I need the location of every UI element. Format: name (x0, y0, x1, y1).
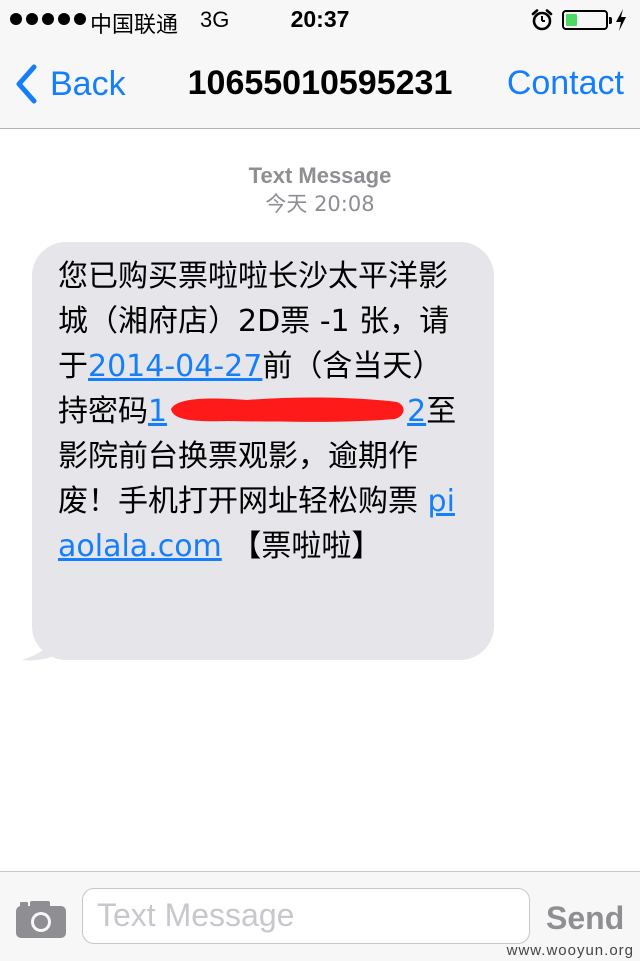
message-bubble: 您已购买票啦啦长沙太平洋影城（湘府店）2D票 -1 张，请于2014-04-27… (32, 242, 494, 660)
date-link[interactable]: 2014-04-27 (88, 349, 262, 384)
thread-header: Text Message 今天 20:08 (0, 162, 640, 218)
battery-icon (562, 10, 612, 30)
camera-icon[interactable] (14, 898, 68, 940)
message-input[interactable]: Text Message (82, 888, 530, 944)
code-link[interactable]: 12 (148, 394, 426, 429)
alarm-clock-icon (531, 9, 553, 31)
watermark: www.wooyun.org (506, 942, 634, 959)
chevron-left-icon (16, 64, 37, 104)
navigation-bar: Back 10655010595231 Contact (0, 40, 640, 129)
message-text-part: 【票啦啦】 (221, 529, 382, 564)
contact-button[interactable]: Contact (507, 64, 624, 103)
compose-bar: Text Message Send www.wooyun.org (0, 871, 640, 961)
redaction-mark (171, 397, 404, 422)
battery-fill (566, 14, 577, 26)
back-label: Back (50, 64, 126, 103)
status-bar: 中国联通 3G 20:37 (0, 0, 640, 40)
back-button[interactable]: Back (14, 62, 126, 106)
message-type-label: Text Message (248, 163, 392, 188)
code-start: 1 (148, 394, 168, 429)
charging-bolt-icon (616, 9, 626, 31)
code-end: 2 (407, 394, 427, 429)
message-timestamp: 今天 20:08 (265, 192, 375, 216)
message-text: 您已购买票啦啦长沙太平洋影城（湘府店）2D票 -1 张，请于2014-04-27… (58, 254, 470, 569)
send-button[interactable]: Send (546, 900, 624, 937)
received-message[interactable]: 您已购买票啦啦长沙太平洋影城（湘府店）2D票 -1 张，请于2014-04-27… (20, 242, 496, 662)
